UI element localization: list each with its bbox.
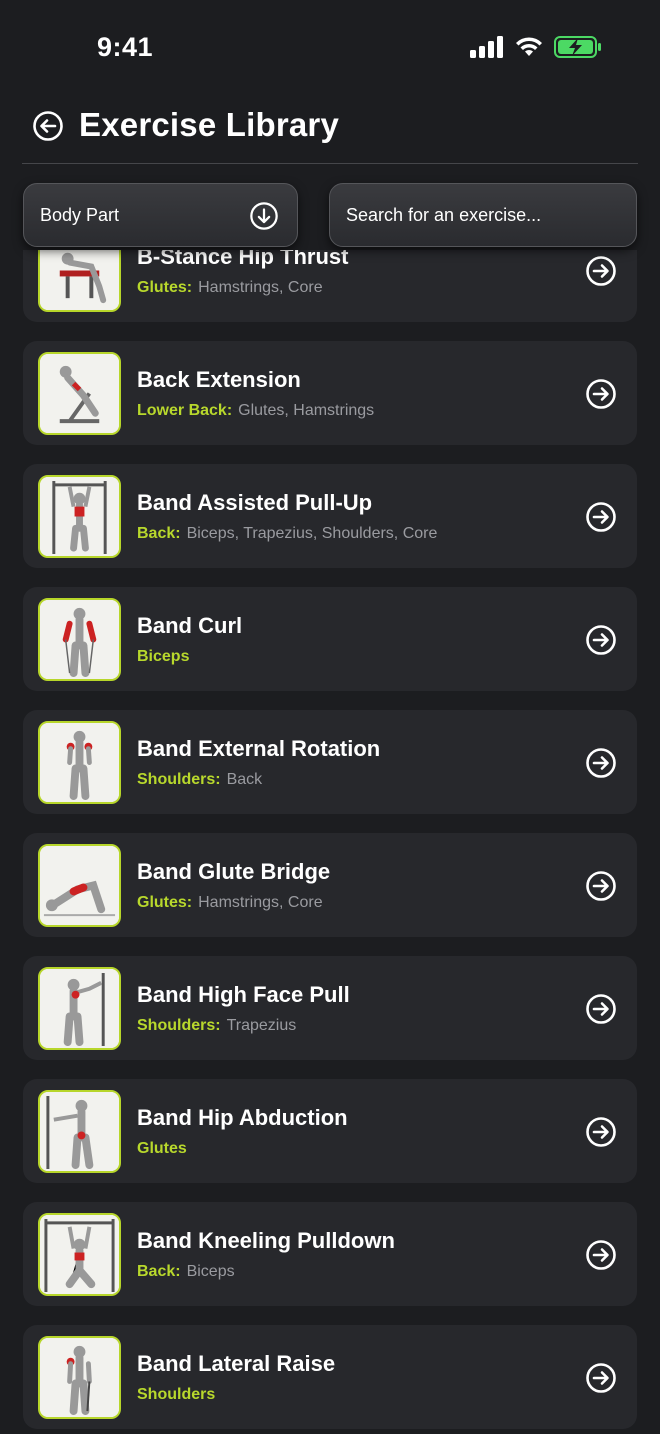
back-extension-figure-icon [38, 352, 121, 435]
secondary-muscles: Biceps, Trapezius, Shoulders, Core [186, 525, 438, 542]
primary-muscle: Back: [137, 1263, 181, 1280]
secondary-muscles: Hamstrings, Core [198, 279, 323, 296]
primary-muscle: Glutes: [137, 894, 193, 911]
search-input[interactable]: Search for an exercise... [329, 183, 637, 247]
cellular-signal-icon [470, 36, 503, 58]
exercise-item[interactable]: Back Extension Lower Back: Glutes, Hamstr… [23, 341, 637, 445]
primary-muscle: Biceps [137, 648, 190, 665]
exercise-item[interactable]: Band High Face Pull Shoulders: Trapezius [23, 956, 637, 1060]
primary-muscle: Glutes: [137, 279, 193, 296]
primary-muscle: Back: [137, 525, 181, 542]
exercise-name: Band Hip Abduction [137, 1105, 348, 1130]
exercise-name: Band Kneeling Pulldown [137, 1228, 395, 1253]
arrow-right-circle-icon[interactable] [585, 378, 617, 410]
filter-bar: Body Part Search for an exercise... [0, 168, 660, 250]
exercise-muscles: Lower Back: Glutes, Hamstrings [137, 402, 374, 420]
exercise-muscles: Back: Biceps [137, 1263, 235, 1281]
exercise-item[interactable]: Band Glute Bridge Glutes: Hamstrings, Cor… [23, 833, 637, 937]
status-time: 9:41 [97, 32, 154, 62]
glute-bridge-figure-icon [38, 844, 121, 927]
exercise-muscles: Shoulders [137, 1386, 221, 1404]
exercise-name: Band Curl [137, 613, 243, 638]
exercise-name: Band High Face Pull [137, 982, 350, 1007]
exercise-library-screen: 9:41 Exercise Library B-Stance Hip Thrus… [0, 0, 660, 1434]
exercise-muscles: Shoulders: Trapezius [137, 1017, 296, 1035]
exercise-list[interactable]: B-Stance Hip Thrust Glutes: Hamstrings, C… [23, 218, 637, 1434]
secondary-muscles: Trapezius [226, 1017, 297, 1034]
exercise-name: Band Assisted Pull-Up [137, 490, 373, 515]
chevron-down-circle-icon [250, 202, 278, 230]
arrow-right-circle-icon[interactable] [585, 1362, 617, 1394]
header: Exercise Library [0, 96, 660, 166]
secondary-muscles: Biceps [186, 1263, 235, 1280]
arrow-right-circle-icon[interactable] [585, 1116, 617, 1148]
search-placeholder: Search for an exercise... [346, 204, 542, 225]
external-rotation-figure-icon [38, 721, 121, 804]
page-title: Exercise Library [79, 106, 340, 143]
exercise-muscles: Glutes: Hamstrings, Core [137, 279, 323, 297]
secondary-muscles: Hamstrings, Core [198, 894, 323, 911]
arrow-right-circle-icon[interactable] [585, 624, 617, 656]
primary-muscle: Lower Back: [137, 402, 233, 419]
exercise-item[interactable]: Band External Rotation Shoulders: Back [23, 710, 637, 814]
body-part-dropdown[interactable]: Body Part [23, 183, 298, 247]
arrow-right-circle-icon[interactable] [585, 747, 617, 779]
face-pull-figure-icon [38, 967, 121, 1050]
arrow-right-circle-icon[interactable] [585, 501, 617, 533]
exercise-item[interactable]: Band Curl Biceps [23, 587, 637, 691]
exercise-item[interactable]: Band Lateral Raise Shoulders [23, 1325, 637, 1429]
exercise-name: Back Extension [137, 367, 301, 392]
exercise-item[interactable]: Band Hip Abduction Glutes [23, 1079, 637, 1183]
exercise-muscles: Glutes [137, 1140, 193, 1158]
curl-figure-icon [38, 598, 121, 681]
header-divider [22, 163, 638, 164]
arrow-right-circle-icon[interactable] [585, 1239, 617, 1271]
exercise-item[interactable]: Band Kneeling Pulldown Back: Biceps [23, 1202, 637, 1306]
arrow-right-circle-icon[interactable] [585, 255, 617, 287]
battery-charging-icon [554, 36, 601, 58]
primary-muscle: Shoulders: [137, 771, 221, 788]
exercise-muscles: Biceps [137, 648, 195, 666]
exercise-name: Band External Rotation [137, 736, 381, 761]
secondary-muscles: Glutes, Hamstrings [238, 402, 375, 419]
arrow-right-circle-icon[interactable] [585, 993, 617, 1025]
primary-muscle: Shoulders: [137, 1017, 221, 1034]
back-arrow-icon[interactable] [32, 110, 64, 142]
exercise-muscles: Back: Biceps, Trapezius, Shoulders, Core [137, 525, 437, 543]
pull-up-figure-icon [38, 475, 121, 558]
status-bar: 9:41 [0, 0, 660, 96]
arrow-right-circle-icon[interactable] [585, 870, 617, 902]
lateral-raise-figure-icon [38, 1336, 121, 1419]
exercise-item[interactable]: Band Assisted Pull-Up Back: Biceps, Trape… [23, 464, 637, 568]
hip-abduction-figure-icon [38, 1090, 121, 1173]
wifi-icon [516, 37, 542, 56]
body-part-label: Body Part [40, 204, 120, 225]
exercise-muscles: Shoulders: Back [137, 771, 262, 789]
exercise-name: Band Glute Bridge [137, 859, 331, 884]
secondary-muscles: Back [226, 771, 263, 788]
status-icons [470, 36, 602, 58]
primary-muscle: Shoulders [137, 1386, 216, 1403]
exercise-muscles: Glutes: Hamstrings, Core [137, 894, 323, 912]
kneeling-pulldown-figure-icon [38, 1213, 121, 1296]
exercise-name: Band Lateral Raise [137, 1351, 336, 1376]
primary-muscle: Glutes [137, 1140, 187, 1157]
